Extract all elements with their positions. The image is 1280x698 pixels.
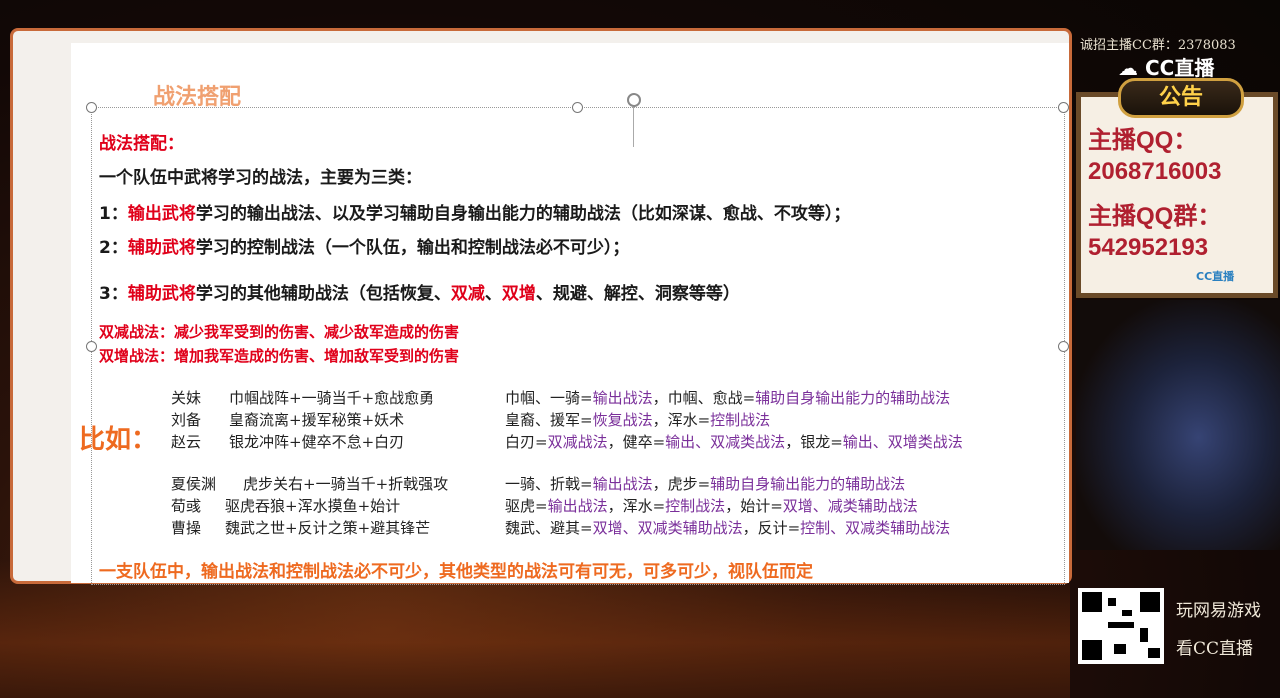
rotate-handle[interactable] (627, 93, 641, 107)
resize-handle-tl[interactable] (86, 102, 97, 113)
example-name: 关妹 (171, 389, 202, 407)
example-analysis: 魏武、避其=双增、双减类辅助战法，反计=控制、双减类辅助战法 (505, 519, 951, 537)
qq-group-value: 542952193 (1088, 234, 1209, 261)
category-3: 3：辅助武将学习的其他辅助战法（包括恢复、双减、双增、规避、解控、洞察等等） (99, 284, 740, 304)
example-skills: 皇裔流离+援军秘策+妖术 (229, 411, 405, 429)
warrior-artwork (1076, 300, 1280, 550)
example-name: 荀彧 (171, 497, 202, 515)
example-name: 刘备 (171, 411, 202, 429)
qr-code-icon (1078, 588, 1164, 664)
example-analysis: 驱虎=输出战法，浑水=控制战法，始计=双增、减类辅助战法 (505, 497, 918, 515)
recruit-text: 诚招主播CC群：2378083 (1080, 38, 1236, 53)
definition-double-increase: 双增战法：增加我军造成的伤害、增加敌军受到的伤害 (99, 347, 460, 365)
example-analysis: 皇裔、援军=恢复战法，浑水=控制战法 (505, 411, 771, 429)
example-skills: 魏武之世+反计之策+避其锋芒 (225, 519, 431, 537)
slogan-line-1: 玩网易游戏 (1176, 601, 1261, 621)
slide-canvas: 战法搭配 战法搭配： 一个队伍中武将学习的战法，主要为三类： 1：输出武将学习的… (71, 43, 1069, 585)
resize-handle-mr[interactable] (1058, 341, 1069, 352)
qq-value: 2068716003 (1088, 158, 1222, 185)
section-heading: 战法搭配： (99, 134, 184, 154)
example-analysis: 巾帼、一骑=输出战法，巾帼、愈战=辅助自身输出能力的辅助战法 (505, 389, 951, 407)
resize-handle-tm[interactable] (572, 102, 583, 113)
definition-double-reduce: 双减战法：减少我军受到的伤害、减少敌军造成的伤害 (99, 323, 460, 341)
example-analysis: 白刃=双减战法，健卒=输出、双减类战法，银龙=输出、双增类战法 (505, 433, 963, 451)
resize-handle-ml[interactable] (86, 341, 97, 352)
example-name: 赵云 (171, 433, 202, 451)
example-skills: 驱虎吞狼+浑水摸鱼+始计 (225, 497, 401, 515)
example-label: 比如： (79, 425, 158, 455)
presentation-window: 战法搭配 战法搭配： 一个队伍中武将学习的战法，主要为三类： 1：输出武将学习的… (10, 28, 1072, 585)
example-skills: 巾帼战阵+一骑当千+愈战愈勇 (229, 389, 435, 407)
category-2: 2：辅助武将学习的控制战法（一个队伍，输出和控制战法必不可少）； (99, 238, 630, 258)
resize-handle-tr[interactable] (1058, 102, 1069, 113)
example-analysis: 一骑、折戟=输出战法，虎步=辅助自身输出能力的辅助战法 (505, 475, 906, 493)
example-skills: 银龙冲阵+健卒不怠+白刃 (229, 433, 405, 451)
example-skills: 虎步关右+一骑当千+折戟强攻 (243, 475, 449, 493)
intro-line: 一个队伍中武将学习的战法，主要为三类： (99, 168, 422, 188)
example-name: 曹操 (171, 519, 202, 537)
category-1: 1：输出武将学习的输出战法、以及学习辅助自身输出能力的辅助战法（比如深谋、愈战、… (99, 204, 851, 224)
conclusion-line: 一支队伍中，输出战法和控制战法必不可少，其他类型的战法可有可无，可多可少，视队伍… (99, 562, 813, 582)
qq-label: 主播QQ： (1088, 127, 1198, 154)
slogan-line-2: 看CC直播 (1176, 639, 1254, 659)
notice-badge: 公告 (1118, 78, 1244, 118)
qq-group-label: 主播QQ群： (1088, 203, 1222, 230)
cc-mini-logo: CC直播 (1196, 270, 1235, 283)
cc-live-logo: ☁ CC直播 (1118, 56, 1215, 80)
example-name: 夏侯渊 (171, 475, 217, 493)
